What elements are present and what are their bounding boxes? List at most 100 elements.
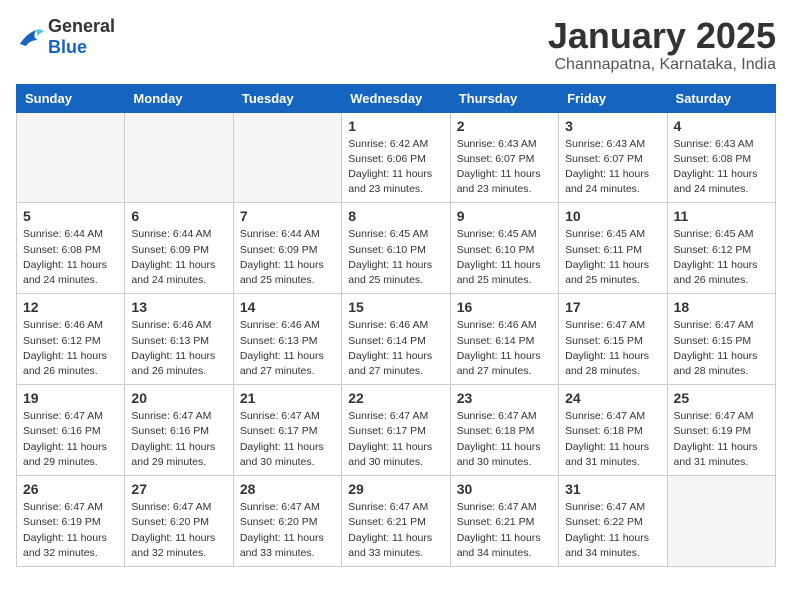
day-info: Sunrise: 6:46 AMSunset: 6:13 PMDaylight:… <box>240 318 335 379</box>
calendar-day-cell: 21 Sunrise: 6:47 AMSunset: 6:17 PMDayligh… <box>233 385 341 476</box>
day-number: 6 <box>131 208 226 224</box>
day-info: Sunrise: 6:45 AMSunset: 6:10 PMDaylight:… <box>348 227 443 288</box>
day-info: Sunrise: 6:47 AMSunset: 6:19 PMDaylight:… <box>674 409 769 470</box>
logo-blue: Blue <box>48 37 87 57</box>
day-info: Sunrise: 6:47 AMSunset: 6:22 PMDaylight:… <box>565 500 660 561</box>
day-number: 25 <box>674 390 769 406</box>
day-info: Sunrise: 6:43 AMSunset: 6:08 PMDaylight:… <box>674 137 769 198</box>
day-info: Sunrise: 6:46 AMSunset: 6:14 PMDaylight:… <box>457 318 552 379</box>
col-monday: Monday <box>125 84 233 112</box>
day-info: Sunrise: 6:47 AMSunset: 6:16 PMDaylight:… <box>131 409 226 470</box>
col-saturday: Saturday <box>667 84 775 112</box>
day-info: Sunrise: 6:47 AMSunset: 6:21 PMDaylight:… <box>457 500 552 561</box>
calendar-day-cell: 20 Sunrise: 6:47 AMSunset: 6:16 PMDayligh… <box>125 385 233 476</box>
calendar-week-row: 19 Sunrise: 6:47 AMSunset: 6:16 PMDayligh… <box>17 385 776 476</box>
calendar-day-cell <box>233 112 341 203</box>
day-number: 17 <box>565 299 660 315</box>
calendar-day-cell: 5 Sunrise: 6:44 AMSunset: 6:08 PMDaylight… <box>17 203 125 294</box>
day-number: 20 <box>131 390 226 406</box>
page-header: General Blue January 2025 Channapatna, K… <box>16 16 776 74</box>
day-number: 9 <box>457 208 552 224</box>
calendar-day-cell: 16 Sunrise: 6:46 AMSunset: 6:14 PMDayligh… <box>450 294 558 385</box>
calendar-day-cell: 25 Sunrise: 6:47 AMSunset: 6:19 PMDayligh… <box>667 385 775 476</box>
col-tuesday: Tuesday <box>233 84 341 112</box>
calendar-day-cell: 14 Sunrise: 6:46 AMSunset: 6:13 PMDayligh… <box>233 294 341 385</box>
day-info: Sunrise: 6:44 AMSunset: 6:08 PMDaylight:… <box>23 227 118 288</box>
calendar-day-cell: 28 Sunrise: 6:47 AMSunset: 6:20 PMDayligh… <box>233 476 341 567</box>
day-number: 11 <box>674 208 769 224</box>
logo: General Blue <box>16 16 115 58</box>
day-info: Sunrise: 6:47 AMSunset: 6:15 PMDaylight:… <box>565 318 660 379</box>
month-title: January 2025 <box>548 16 776 56</box>
calendar-week-row: 1 Sunrise: 6:42 AMSunset: 6:06 PMDaylight… <box>17 112 776 203</box>
calendar-day-cell: 15 Sunrise: 6:46 AMSunset: 6:14 PMDayligh… <box>342 294 450 385</box>
day-number: 10 <box>565 208 660 224</box>
title-block: January 2025 Channapatna, Karnataka, Ind… <box>548 16 776 74</box>
calendar-day-cell: 23Sunrise: 6:47 AMSunset: 6:18 PMDayligh… <box>450 385 558 476</box>
calendar-day-cell: 13 Sunrise: 6:46 AMSunset: 6:13 PMDayligh… <box>125 294 233 385</box>
day-number: 21 <box>240 390 335 406</box>
day-info: Sunrise: 6:45 AMSunset: 6:12 PMDaylight:… <box>674 227 769 288</box>
day-info: Sunrise: 6:42 AMSunset: 6:06 PMDaylight:… <box>348 137 443 198</box>
calendar-week-row: 12 Sunrise: 6:46 AMSunset: 6:12 PMDayligh… <box>17 294 776 385</box>
calendar-day-cell: 19Sunrise: 6:47 AMSunset: 6:16 PMDayligh… <box>17 385 125 476</box>
day-number: 12 <box>23 299 118 315</box>
col-thursday: Thursday <box>450 84 558 112</box>
day-number: 14 <box>240 299 335 315</box>
calendar-day-cell: 24Sunrise: 6:47 AMSunset: 6:18 PMDayligh… <box>559 385 667 476</box>
day-number: 27 <box>131 481 226 497</box>
calendar-day-cell <box>125 112 233 203</box>
location-title: Channapatna, Karnataka, India <box>548 56 776 74</box>
day-number: 13 <box>131 299 226 315</box>
day-number: 15 <box>348 299 443 315</box>
day-info: Sunrise: 6:45 AMSunset: 6:11 PMDaylight:… <box>565 227 660 288</box>
day-number: 24 <box>565 390 660 406</box>
day-info: Sunrise: 6:47 AMSunset: 6:17 PMDaylight:… <box>240 409 335 470</box>
day-number: 16 <box>457 299 552 315</box>
day-number: 7 <box>240 208 335 224</box>
day-number: 8 <box>348 208 443 224</box>
day-number: 28 <box>240 481 335 497</box>
day-info: Sunrise: 6:47 AMSunset: 6:20 PMDaylight:… <box>240 500 335 561</box>
calendar-day-cell <box>667 476 775 567</box>
day-number: 29 <box>348 481 443 497</box>
calendar-day-cell: 26Sunrise: 6:47 AMSunset: 6:19 PMDayligh… <box>17 476 125 567</box>
calendar-day-cell: 1 Sunrise: 6:42 AMSunset: 6:06 PMDaylight… <box>342 112 450 203</box>
day-number: 18 <box>674 299 769 315</box>
day-info: Sunrise: 6:47 AMSunset: 6:21 PMDaylight:… <box>348 500 443 561</box>
day-info: Sunrise: 6:47 AMSunset: 6:20 PMDaylight:… <box>131 500 226 561</box>
calendar-day-cell: 12 Sunrise: 6:46 AMSunset: 6:12 PMDayligh… <box>17 294 125 385</box>
day-number: 19 <box>23 390 118 406</box>
day-info: Sunrise: 6:46 AMSunset: 6:14 PMDaylight:… <box>348 318 443 379</box>
calendar-day-cell: 29 Sunrise: 6:47 AMSunset: 6:21 PMDayligh… <box>342 476 450 567</box>
day-info: Sunrise: 6:43 AMSunset: 6:07 PMDaylight:… <box>457 137 552 198</box>
logo-text: General Blue <box>48 16 115 58</box>
calendar-day-cell: 27 Sunrise: 6:47 AMSunset: 6:20 PMDayligh… <box>125 476 233 567</box>
day-number: 1 <box>348 118 443 134</box>
day-info: Sunrise: 6:46 AMSunset: 6:12 PMDaylight:… <box>23 318 118 379</box>
calendar-week-row: 26Sunrise: 6:47 AMSunset: 6:19 PMDayligh… <box>17 476 776 567</box>
day-number: 4 <box>674 118 769 134</box>
day-number: 31 <box>565 481 660 497</box>
calendar-day-cell: 7 Sunrise: 6:44 AMSunset: 6:09 PMDaylight… <box>233 203 341 294</box>
col-wednesday: Wednesday <box>342 84 450 112</box>
day-number: 3 <box>565 118 660 134</box>
day-info: Sunrise: 6:47 AMSunset: 6:15 PMDaylight:… <box>674 318 769 379</box>
calendar-day-cell: 9 Sunrise: 6:45 AMSunset: 6:10 PMDaylight… <box>450 203 558 294</box>
calendar-week-row: 5 Sunrise: 6:44 AMSunset: 6:08 PMDaylight… <box>17 203 776 294</box>
day-info: Sunrise: 6:46 AMSunset: 6:13 PMDaylight:… <box>131 318 226 379</box>
day-info: Sunrise: 6:47 AMSunset: 6:17 PMDaylight:… <box>348 409 443 470</box>
day-info: Sunrise: 6:44 AMSunset: 6:09 PMDaylight:… <box>240 227 335 288</box>
calendar-day-cell <box>17 112 125 203</box>
calendar-day-cell: 22 Sunrise: 6:47 AMSunset: 6:17 PMDayligh… <box>342 385 450 476</box>
day-number: 5 <box>23 208 118 224</box>
day-number: 30 <box>457 481 552 497</box>
logo-general: General <box>48 16 115 36</box>
day-number: 22 <box>348 390 443 406</box>
calendar-table: Sunday Monday Tuesday Wednesday Thursday… <box>16 84 776 567</box>
calendar-day-cell: 6Sunrise: 6:44 AMSunset: 6:09 PMDaylight… <box>125 203 233 294</box>
calendar-day-cell: 8 Sunrise: 6:45 AMSunset: 6:10 PMDaylight… <box>342 203 450 294</box>
day-info: Sunrise: 6:45 AMSunset: 6:10 PMDaylight:… <box>457 227 552 288</box>
day-info: Sunrise: 6:47 AMSunset: 6:18 PMDaylight:… <box>457 409 552 470</box>
col-friday: Friday <box>559 84 667 112</box>
